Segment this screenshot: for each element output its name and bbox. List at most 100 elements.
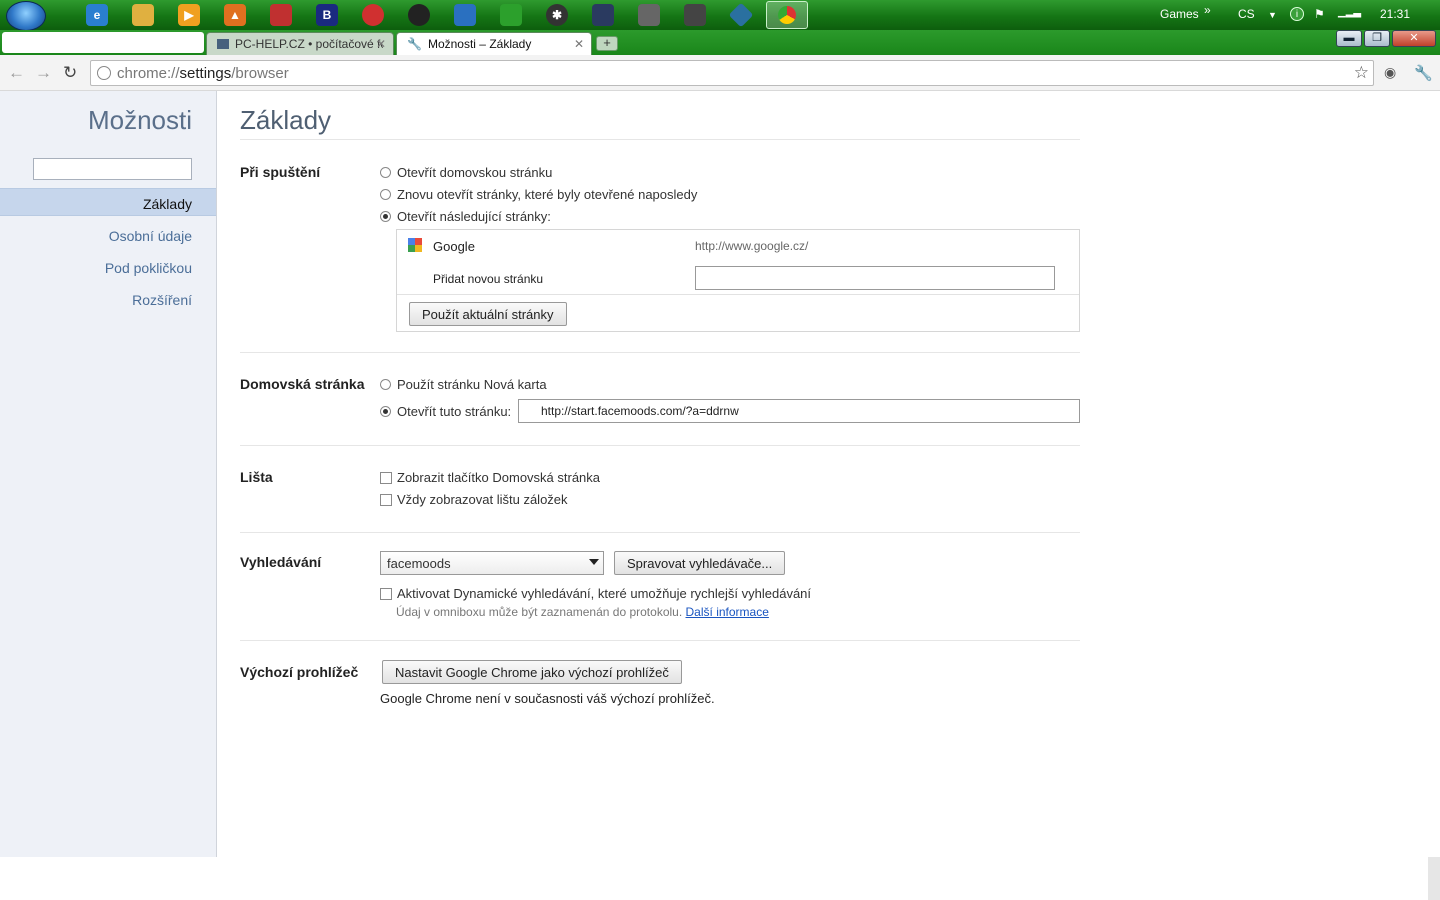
startup-label: Při spuštění (240, 164, 321, 180)
radio-icon[interactable] (380, 379, 391, 390)
homepage-newtab-option[interactable]: Použít stránku Nová karta (380, 377, 547, 392)
divider (240, 139, 1080, 140)
add-page-input[interactable] (695, 266, 1055, 290)
radio-checked-icon[interactable] (380, 211, 391, 222)
info-tray-icon[interactable]: i (1290, 7, 1304, 21)
settings-search-input[interactable] (33, 158, 192, 180)
omnibox[interactable]: chrome://settings/browser ☆ (90, 60, 1374, 86)
homepage-url-input[interactable]: http://start.facemoods.com/?a=ddrnw (518, 399, 1080, 423)
bookmark-star-icon[interactable]: ☆ (1354, 63, 1369, 83)
set-default-browser-button[interactable]: Nastavit Google Chrome jako výchozí proh… (382, 660, 682, 684)
tray-chevron-icon[interactable]: » (1204, 3, 1211, 17)
default-browser-status: Google Chrome není v současnosti váš výc… (380, 691, 715, 706)
settings-sidebar: Možnosti Základy Osobní údaje Pod poklič… (0, 91, 217, 857)
tab-title: Možnosti – Základy (427, 37, 532, 51)
instant-search-option[interactable]: Aktivovat Dynamické vyhledávání, které u… (380, 586, 811, 601)
sidebar-title: Možnosti (87, 105, 192, 135)
action-center-icon[interactable]: ⚑ (1314, 7, 1325, 21)
radio-checked-icon[interactable] (380, 406, 391, 417)
dropdown-arrow-icon (589, 559, 599, 565)
startup-page-url: http://www.google.cz/ (695, 239, 809, 253)
clock[interactable]: 21:31 (1380, 7, 1410, 21)
tool-icon[interactable] (638, 4, 660, 26)
radio-icon[interactable] (380, 189, 391, 200)
games-label[interactable]: Games (1160, 7, 1199, 21)
app-icon[interactable] (270, 4, 292, 26)
back-icon[interactable]: ← (8, 63, 25, 83)
checkbox-icon[interactable] (380, 493, 392, 506)
dark-icon[interactable] (408, 4, 430, 26)
start-orb-icon[interactable] (6, 1, 46, 31)
manage-search-engines-button[interactable]: Spravovat vyhledávače... (614, 551, 786, 575)
checkbox-icon[interactable] (380, 587, 392, 600)
startup-pages-list: Google http://www.google.cz/ Přidat novo… (396, 229, 1080, 332)
startup-reopen-option[interactable]: Znovu otevřít stránky, které byly otevře… (380, 187, 697, 202)
browser-toolbar: ← → ↻ chrome://settings/browser ☆ ◉ 🔧 (0, 55, 1440, 91)
media-icon[interactable]: ▶ (178, 4, 200, 26)
scrollbar[interactable] (1428, 857, 1440, 900)
instant-note: Údaj v omniboxu může být zaznamenán do p… (396, 605, 769, 619)
minimize-icon[interactable]: ▬ (1336, 30, 1362, 47)
more-info-link[interactable]: Další informace (686, 605, 769, 619)
tab-strip: PC-HELP.CZ • počítačové fórum ✕ 🔧 Možnos… (0, 30, 1440, 55)
radio-icon[interactable] (380, 167, 391, 178)
monitor-favicon-icon (217, 39, 229, 49)
folder-icon[interactable] (132, 4, 154, 26)
language-indicator[interactable]: CS (1238, 7, 1255, 21)
wrench-menu-icon[interactable]: 🔧 (1414, 64, 1433, 82)
omnibox-url[interactable]: chrome://settings/browser (117, 65, 289, 82)
sidebar-item-personal[interactable]: Osobní údaje (109, 228, 192, 244)
network-icon[interactable] (728, 2, 754, 28)
sidebar-item-under-hood[interactable]: Pod pokličkou (105, 260, 192, 276)
default-browser-label: Výchozí prohlížeč (240, 664, 359, 680)
language-dropdown-icon[interactable]: ▼ (1268, 10, 1277, 20)
close-tab-icon[interactable]: ✕ (376, 37, 386, 51)
show-bookmarks-bar-option[interactable]: Vždy zobrazovat lištu záložek (380, 492, 568, 507)
close-window-icon[interactable]: ✕ (1392, 30, 1436, 47)
green-icon[interactable] (500, 4, 522, 26)
divider (240, 532, 1080, 533)
maximize-icon[interactable]: ❐ (1364, 30, 1390, 47)
new-tab-button[interactable]: + (596, 36, 618, 51)
page-info-icon[interactable] (97, 66, 111, 80)
forward-icon[interactable]: → (35, 63, 52, 83)
chat-icon[interactable] (592, 4, 614, 26)
ie-icon[interactable]: e (86, 4, 108, 26)
tab-pc-help[interactable]: PC-HELP.CZ • počítačové fórum ✕ (206, 32, 394, 55)
wrench-favicon-icon: 🔧 (407, 37, 422, 51)
bottom-blank-area (0, 857, 1440, 900)
startup-home-option[interactable]: Otevřít domovskou stránku (380, 165, 552, 180)
reload-icon[interactable]: ↻ (63, 63, 77, 83)
close-tab-icon[interactable]: ✕ (574, 37, 584, 51)
startup-pages-option[interactable]: Otevřít následující stránky: (380, 209, 551, 224)
extension-icon[interactable]: ◉ (1384, 64, 1396, 81)
divider (240, 445, 1080, 446)
sidebar-item-extensions[interactable]: Rozšíření (132, 292, 192, 308)
vlc-icon[interactable]: ▲ (224, 4, 246, 26)
search-engine-select[interactable]: facemoods (380, 551, 604, 575)
google-favicon-icon (408, 238, 422, 252)
chrome-icon (778, 6, 796, 24)
add-page-label: Přidat novou stránku (433, 272, 544, 286)
search-label: Vyhledávání (240, 554, 322, 570)
use-current-pages-button[interactable]: Použít aktuální stránky (409, 302, 567, 326)
red-icon[interactable] (362, 4, 384, 26)
chrome-taskbar-button[interactable] (766, 1, 808, 29)
tab-settings[interactable]: 🔧 Možnosti – Základy ✕ (396, 32, 592, 55)
calculator-icon[interactable] (684, 4, 706, 26)
sidebar-item-basics[interactable]: Základy (0, 188, 216, 216)
pinwheel-icon[interactable]: ✱ (546, 4, 568, 26)
divider (240, 352, 1080, 353)
network-signal-icon[interactable]: ▁▂▃ (1338, 7, 1361, 18)
checkbox-icon[interactable] (380, 471, 392, 484)
tabstrip-blank-area (2, 32, 204, 53)
homepage-open-option[interactable]: Otevřít tuto stránku: (380, 404, 511, 419)
show-home-button-option[interactable]: Zobrazit tlačítko Domovská stránka (380, 470, 600, 485)
bold-b-icon[interactable]: B (316, 4, 338, 26)
tab-title: PC-HELP.CZ • počítačové fórum (235, 37, 383, 51)
settings-main: Základy Při spuštění Otevřít domovskou s… (240, 91, 1080, 791)
outlook-icon[interactable] (454, 4, 476, 26)
page-title: Základy (240, 105, 332, 135)
window-controls: ▬ ❐ ✕ (1336, 30, 1436, 47)
taskbar: e ▶ ▲ B ✱ Games » CS ▼ i ⚑ ▁▂▃ 21:31 (0, 0, 1440, 31)
